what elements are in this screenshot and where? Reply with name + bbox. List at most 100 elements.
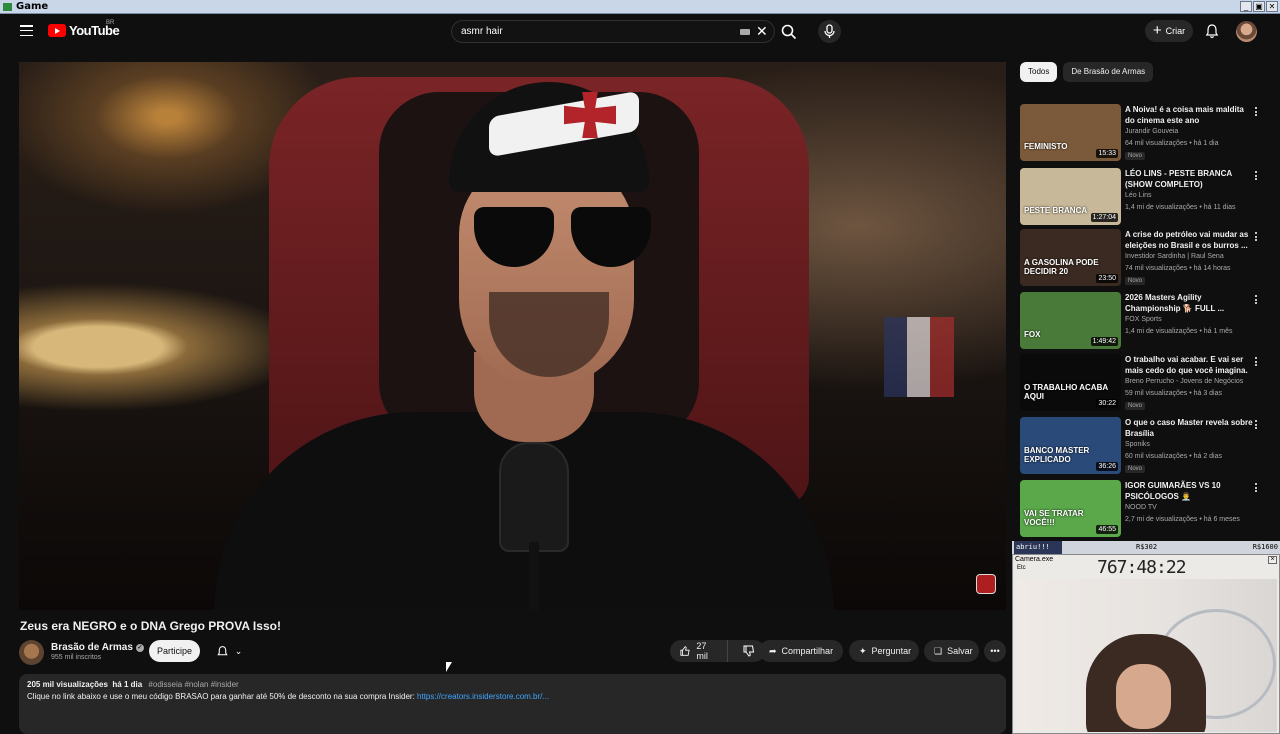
webcam-caption: Camera.exe xyxy=(1015,556,1054,563)
hamburger-menu-icon[interactable] xyxy=(20,25,33,36)
recommended-video[interactable]: O TRABALHO ACABA AQUI 30:22 O trabalho vai… xyxy=(1020,354,1272,412)
recommended-meta: 64 mil visualizações • há 1 dia xyxy=(1125,140,1219,147)
save-label: Salvar xyxy=(947,646,973,656)
maximize-button[interactable]: ▣ xyxy=(1253,1,1265,12)
recommended-channel[interactable]: NOOD TV xyxy=(1125,504,1157,511)
thumbs-up-icon xyxy=(680,646,690,656)
video-thumbnail[interactable]: A GASOLINA PODE DECIDIR 20 23:50 xyxy=(1020,229,1121,286)
video-player[interactable] xyxy=(19,62,1006,610)
window-titlebar: Game _ ▣ ✕ xyxy=(0,0,1280,14)
bell-icon xyxy=(217,645,228,655)
more-options-icon[interactable] xyxy=(1255,357,1258,366)
overlay-price-2: R$1600 xyxy=(1252,543,1278,551)
channel-avatar[interactable] xyxy=(19,640,44,665)
recommended-video[interactable]: A GASOLINA PODE DECIDIR 20 23:50 A crise d… xyxy=(1020,229,1272,287)
recommended-video[interactable]: PESTE BRANCA 1:27:04 LÉO LINS - PESTE BRAN… xyxy=(1020,168,1272,226)
search-box[interactable]: asmr hair ✕ xyxy=(451,20,775,43)
app-icon xyxy=(3,3,12,11)
recommended-title[interactable]: O trabalho vai acabar. E vai ser mais ce… xyxy=(1125,354,1253,376)
new-badge: Novo xyxy=(1125,152,1146,160)
description-link[interactable]: https://creators.insiderstore.com.br/... xyxy=(417,692,549,701)
recommended-meta: 60 mil visualizações • há 2 dias xyxy=(1125,453,1222,460)
minimize-button[interactable]: _ xyxy=(1240,1,1252,12)
recommended-video[interactable]: VAI SE TRATAR VOCÊ!!! 46:55 IGOR GUIMARÃES… xyxy=(1020,480,1272,538)
join-button[interactable]: Participe xyxy=(149,640,200,662)
search-input[interactable]: asmr hair xyxy=(461,26,503,37)
microphone-icon xyxy=(824,24,835,38)
subscription-bell-button[interactable]: ⌄ xyxy=(206,640,252,662)
create-label: Criar xyxy=(1165,26,1186,36)
overlay-price-1: R$302 xyxy=(1136,543,1158,551)
video-duration: 46:55 xyxy=(1096,525,1118,534)
verified-icon: ✓ xyxy=(135,643,144,652)
recommended-channel[interactable]: Jurandir Gouveia xyxy=(1125,128,1178,135)
recommended-video[interactable]: BANCO MASTER EXPLICADO 36:26 O que o caso … xyxy=(1020,417,1272,475)
close-button[interactable]: ✕ xyxy=(1266,1,1278,12)
recommended-title[interactable]: A crise do petróleo vai mudar as eleiçõe… xyxy=(1125,229,1253,251)
webcam-menu: Etc xyxy=(1017,565,1026,571)
more-options-icon[interactable] xyxy=(1255,420,1258,429)
video-thumbnail[interactable]: FOX 1:49:42 xyxy=(1020,292,1121,349)
upload-age: há 1 dia xyxy=(112,680,143,689)
subscriber-count: 955 mil inscritos xyxy=(51,654,102,661)
recommended-meta: 59 mil visualizações • há 3 dias xyxy=(1125,390,1222,397)
notifications-bell-icon[interactable] xyxy=(1204,23,1220,39)
channel-name-text: Brasão de Armas xyxy=(51,642,133,653)
video-thumbnail[interactable]: O TRABALHO ACABA AQUI 30:22 xyxy=(1020,354,1121,411)
description-box[interactable]: 205 mil visualizações há 1 dia #odisseia… xyxy=(19,674,1006,734)
share-button[interactable]: ➦ Compartilhar xyxy=(759,640,843,662)
recommended-channel[interactable]: FOX Sports xyxy=(1125,316,1162,323)
ask-button[interactable]: ✦ Perguntar xyxy=(849,640,919,662)
recommended-video[interactable]: FEMINISTO 15:33 A Noiva! é a coisa mais ma… xyxy=(1020,104,1272,162)
more-actions-button[interactable]: ••• xyxy=(984,640,1006,662)
like-button[interactable]: 27 mil xyxy=(670,640,728,662)
video-duration: 1:49:42 xyxy=(1090,337,1118,346)
description-body: Clique no link abaixo e use o meu código… xyxy=(27,692,418,701)
voice-search-button[interactable] xyxy=(818,20,841,43)
youtube-play-icon xyxy=(48,24,66,37)
recommended-video[interactable]: FOX 1:49:42 2026 Masters Agility Champions… xyxy=(1020,292,1272,350)
plus-icon: + xyxy=(1152,22,1162,39)
recommended-channel[interactable]: Léo Lins xyxy=(1125,192,1151,199)
more-options-icon[interactable] xyxy=(1255,232,1258,241)
more-options-icon[interactable] xyxy=(1255,295,1258,304)
channel-name[interactable]: Brasão de Armas ✓ xyxy=(51,642,144,653)
share-label: Compartilhar xyxy=(781,646,834,656)
like-count: 27 mil xyxy=(696,641,708,661)
more-options-icon[interactable] xyxy=(1255,171,1258,180)
video-duration: 23:50 xyxy=(1096,274,1118,283)
youtube-logo[interactable]: YouTube BR xyxy=(48,20,120,38)
create-button[interactable]: + Criar xyxy=(1145,20,1193,42)
more-options-icon[interactable] xyxy=(1255,107,1258,116)
recommended-title[interactable]: IGOR GUIMARÃES VS 10 PSICÓLOGOS 👨‍⚕️ xyxy=(1125,480,1253,502)
recommended-title[interactable]: 2026 Masters Agility Championship 🐕 FULL… xyxy=(1125,292,1253,314)
video-duration: 36:26 xyxy=(1096,462,1118,471)
channel-watermark[interactable] xyxy=(976,574,996,594)
webcam-close-button[interactable]: × xyxy=(1268,556,1277,564)
stream-overlay-bar: abriu!!! R$302 R$1600 xyxy=(1012,541,1280,554)
recommended-channel[interactable]: Investidor Sardinha | Raul Sena xyxy=(1125,253,1224,260)
search-icon[interactable] xyxy=(780,23,798,41)
window-title: Game xyxy=(16,1,49,12)
video-thumbnail[interactable]: BANCO MASTER EXPLICADO 36:26 xyxy=(1020,417,1121,474)
video-duration: 15:33 xyxy=(1096,149,1118,158)
video-duration: 1:27:04 xyxy=(1090,213,1118,222)
video-thumbnail[interactable]: VAI SE TRATAR VOCÊ!!! 46:55 xyxy=(1020,480,1121,537)
chip-channel[interactable]: De Brasão de Armas xyxy=(1063,62,1154,82)
video-thumbnail[interactable]: PESTE BRANCA 1:27:04 xyxy=(1020,168,1121,225)
new-badge: Novo xyxy=(1125,402,1146,410)
recommended-title[interactable]: A Noiva! é a coisa mais maldita do cinem… xyxy=(1125,104,1253,126)
recommended-channel[interactable]: Breno Perrucho - Jovens de Negócios xyxy=(1125,378,1243,385)
save-button[interactable]: ❏ Salvar xyxy=(924,640,979,662)
ask-label: Perguntar xyxy=(871,646,912,656)
user-avatar[interactable] xyxy=(1236,21,1257,42)
keyboard-icon[interactable] xyxy=(740,29,750,35)
hashtags[interactable]: #odisseia #nolan #insider xyxy=(148,680,238,689)
recommended-title[interactable]: LÉO LINS - PESTE BRANCA (SHOW COMPLETO) xyxy=(1125,168,1253,190)
recommended-title[interactable]: O que o caso Master revela sobre Brasíli… xyxy=(1125,417,1253,439)
chip-all[interactable]: Todos xyxy=(1020,62,1058,82)
more-options-icon[interactable] xyxy=(1255,483,1258,492)
video-thumbnail[interactable]: FEMINISTO 15:33 xyxy=(1020,104,1121,161)
clear-search-icon[interactable]: ✕ xyxy=(756,24,768,38)
recommended-channel[interactable]: Sponiks xyxy=(1125,441,1150,448)
